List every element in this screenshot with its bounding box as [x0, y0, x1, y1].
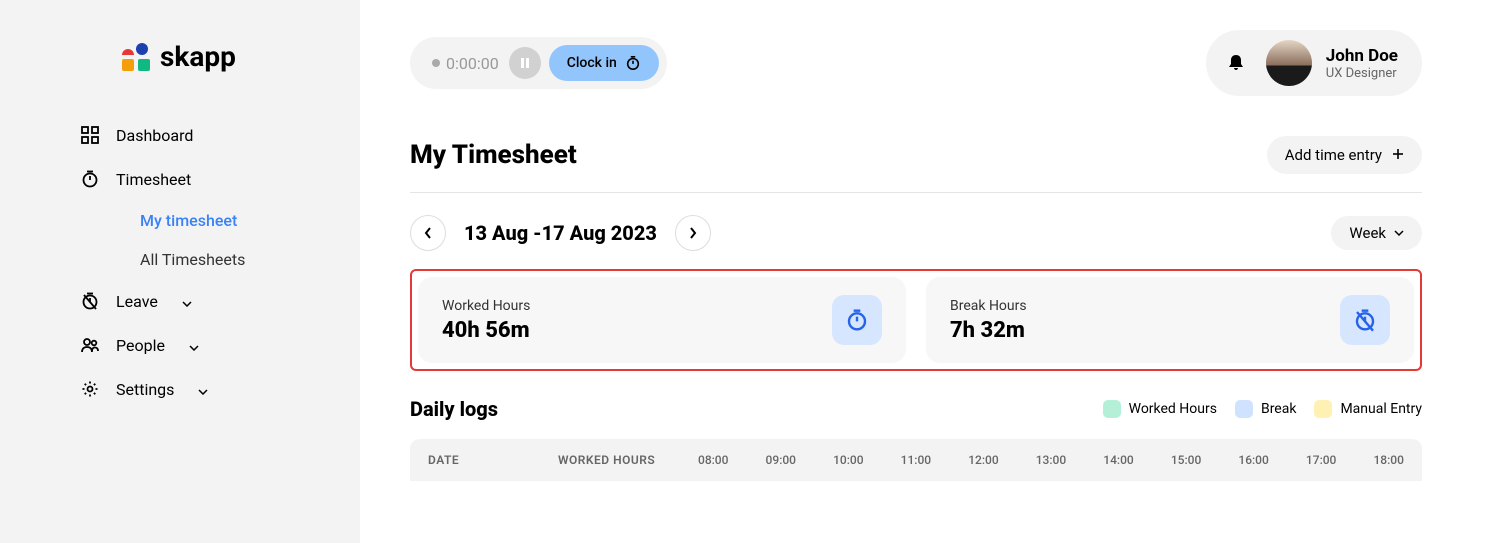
hour-col: 13:00 [1036, 453, 1066, 467]
legend-swatch-icon [1103, 400, 1121, 418]
logo-text: skapp [160, 40, 236, 73]
period-selector[interactable]: Week [1331, 216, 1422, 250]
legend-label: Worked Hours [1129, 401, 1217, 417]
hour-columns: 08:00 09:00 10:00 11:00 12:00 13:00 14:0… [698, 453, 1404, 467]
user-info: John Doe UX Designer [1326, 46, 1398, 81]
bell-icon[interactable] [1226, 53, 1246, 73]
chevron-left-icon [424, 227, 432, 239]
plus-icon [1392, 146, 1404, 164]
avatar [1266, 40, 1312, 86]
legend-label: Break [1261, 401, 1296, 417]
sidebar-item-label: Dashboard [116, 126, 193, 145]
worked-stopwatch-icon [832, 295, 882, 345]
legend-label: Manual Entry [1340, 401, 1422, 417]
stopwatch-icon [625, 55, 641, 71]
date-nav-row: 13 Aug -17 Aug 2023 Week [410, 215, 1422, 251]
pause-icon [519, 57, 531, 69]
sidebar-item-dashboard[interactable]: Dashboard [0, 113, 360, 157]
divider [410, 192, 1422, 193]
sidebar-sub-all-timesheets[interactable]: All Timesheets [0, 240, 360, 279]
sidebar-item-label: Leave [116, 292, 158, 311]
legend-swatch-icon [1314, 400, 1332, 418]
sidebar-item-settings[interactable]: Settings [0, 367, 360, 411]
logo-mark-icon [120, 41, 152, 73]
sidebar-item-label: Settings [116, 380, 174, 399]
topbar: 0:00:00 Clock in John Doe UX Designer [410, 30, 1422, 96]
next-week-button[interactable] [675, 215, 711, 251]
main-content: 0:00:00 Clock in John Doe UX Designer [360, 0, 1512, 543]
hour-col: 12:00 [968, 453, 998, 467]
column-worked: WORKED HOURS [558, 453, 698, 467]
gear-icon [80, 379, 100, 399]
hour-col: 18:00 [1373, 453, 1403, 467]
hour-col: 16:00 [1238, 453, 1268, 467]
legend-break: Break [1235, 400, 1296, 418]
chevron-right-icon [689, 227, 697, 239]
legend: Worked Hours Break Manual Entry [1103, 400, 1422, 418]
sidebar-item-people[interactable]: People [0, 323, 360, 367]
dashboard-icon [80, 125, 100, 145]
hour-col: 17:00 [1306, 453, 1336, 467]
sidebar-item-timesheet[interactable]: Timesheet [0, 157, 360, 201]
clock-in-button[interactable]: Clock in [549, 45, 659, 81]
hour-col: 08:00 [698, 453, 728, 467]
add-time-entry-button[interactable]: Add time entry [1267, 136, 1422, 174]
worked-hours-card: Worked Hours 40h 56m [418, 277, 906, 363]
legend-manual: Manual Entry [1314, 400, 1422, 418]
hour-col: 11:00 [901, 453, 931, 467]
legend-swatch-icon [1235, 400, 1253, 418]
hour-col: 15:00 [1171, 453, 1201, 467]
clock-widget: 0:00:00 Clock in [410, 37, 667, 89]
clock-in-label: Clock in [567, 55, 617, 71]
table-header: DATE WORKED HOURS 08:00 09:00 10:00 11:0… [410, 439, 1422, 481]
sidebar-item-leave[interactable]: Leave [0, 279, 360, 323]
stat-label: Worked Hours [442, 298, 530, 314]
hour-col: 14:00 [1103, 453, 1133, 467]
break-hours-card: Break Hours 7h 32m [926, 277, 1414, 363]
sidebar-sub-label: All Timesheets [140, 250, 245, 269]
sidebar-item-label: Timesheet [116, 170, 191, 189]
user-widget[interactable]: John Doe UX Designer [1206, 30, 1422, 96]
stopwatch-icon [80, 169, 100, 189]
leave-icon [80, 291, 100, 311]
hour-col: 09:00 [766, 453, 796, 467]
column-date: DATE [428, 453, 558, 467]
sidebar-item-label: People [116, 336, 165, 355]
chevron-down-icon [198, 380, 208, 399]
hour-col: 10:00 [833, 453, 863, 467]
stat-value: 40h 56m [442, 318, 530, 343]
prev-week-button[interactable] [410, 215, 446, 251]
logo: skapp [0, 40, 360, 113]
break-stopwatch-off-icon [1340, 295, 1390, 345]
sidebar: skapp Dashboard Timesheet My timesheet A… [0, 0, 360, 543]
logs-header: Daily logs Worked Hours Break Manual Ent… [410, 397, 1422, 421]
user-name: John Doe [1326, 46, 1398, 66]
pause-button[interactable] [509, 47, 541, 79]
chevron-down-icon [182, 292, 192, 311]
sidebar-sub-my-timesheet[interactable]: My timesheet [0, 201, 360, 240]
user-role: UX Designer [1326, 66, 1398, 81]
chevron-down-icon [189, 336, 199, 355]
clock-status-dot-icon [432, 59, 440, 67]
stat-value: 7h 32m [950, 318, 1027, 343]
date-nav: 13 Aug -17 Aug 2023 [410, 215, 711, 251]
page-title: My Timesheet [410, 140, 577, 170]
sidebar-sub-label: My timesheet [140, 211, 237, 230]
stat-label: Break Hours [950, 298, 1027, 314]
stats-row: Worked Hours 40h 56m Break Hours 7h 32m [410, 269, 1422, 371]
legend-worked: Worked Hours [1103, 400, 1217, 418]
people-icon [80, 335, 100, 355]
page-header: My Timesheet Add time entry [410, 136, 1422, 174]
clock-time: 0:00:00 [418, 54, 509, 73]
logs-title: Daily logs [410, 397, 498, 421]
clock-timer: 0:00:00 [446, 54, 499, 73]
add-entry-label: Add time entry [1285, 146, 1382, 164]
period-label: Week [1349, 224, 1386, 242]
date-range: 13 Aug -17 Aug 2023 [464, 221, 657, 245]
chevron-down-icon [1394, 230, 1404, 236]
